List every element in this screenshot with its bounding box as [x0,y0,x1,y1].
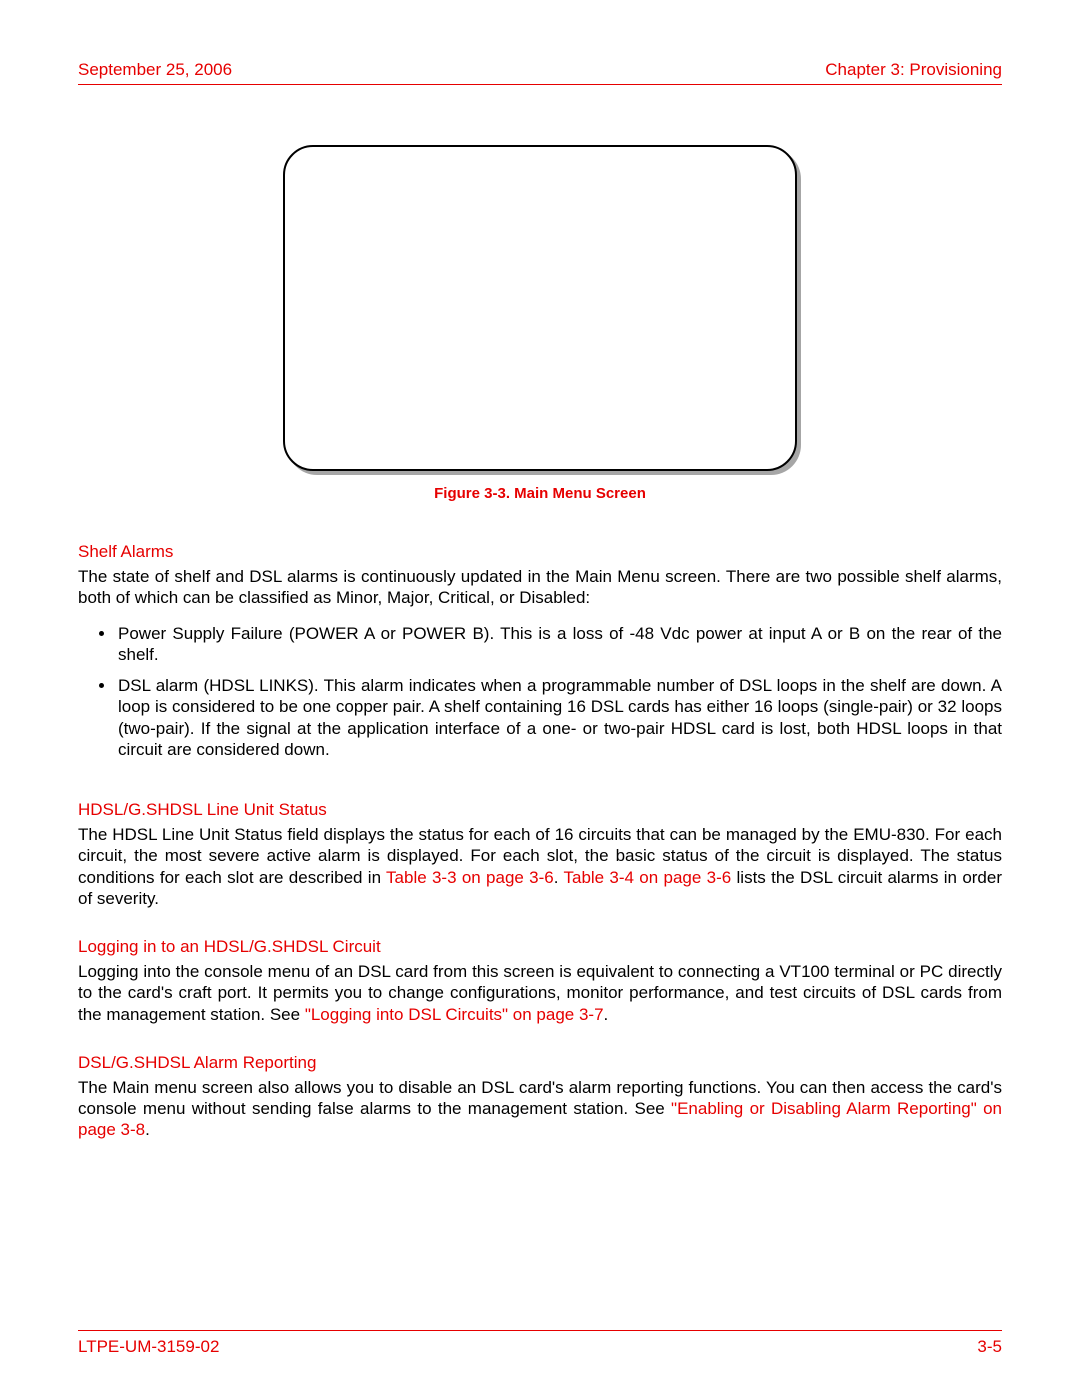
alarm-reporting-text: The Main menu screen also allows you to … [78,1077,1002,1141]
figure-placeholder [283,145,797,471]
document-page: September 25, 2006 Chapter 3: Provisioni… [0,0,1080,1397]
heading-alarm-reporting: DSL/G.SHDSL Alarm Reporting [78,1053,1002,1073]
link-logging-dsl-circuits[interactable]: "Logging into DSL Circuits" on page 3-7 [305,1005,604,1024]
footer-page-number: 3-5 [977,1337,1002,1357]
link-table-3-3[interactable]: Table 3-3 on page 3-6 [386,868,554,887]
text-span: . [145,1120,150,1139]
logging-in-text: Logging into the console menu of an DSL … [78,961,1002,1025]
line-unit-status-text: The HDSL Line Unit Status field displays… [78,824,1002,909]
shelf-alarms-intro: The state of shelf and DSL alarms is con… [78,566,1002,609]
list-item: Power Supply Failure (POWER A or POWER B… [116,623,1002,666]
shelf-alarms-list: Power Supply Failure (POWER A or POWER B… [78,623,1002,771]
page-footer: LTPE-UM-3159-02 3-5 [78,1330,1002,1357]
page-header: September 25, 2006 Chapter 3: Provisioni… [78,60,1002,85]
link-table-3-4[interactable]: Table 3-4 on page 3-6 [563,868,731,887]
footer-doc-id: LTPE-UM-3159-02 [78,1337,219,1357]
figure-caption: Figure 3-3. Main Menu Screen [434,485,646,502]
heading-shelf-alarms: Shelf Alarms [78,542,1002,562]
list-item: DSL alarm (HDSL LINKS). This alarm indic… [116,675,1002,760]
header-chapter: Chapter 3: Provisioning [825,60,1002,80]
header-date: September 25, 2006 [78,60,232,80]
text-span: . [604,1005,609,1024]
heading-line-unit-status: HDSL/G.SHDSL Line Unit Status [78,800,1002,820]
figure-container: Figure 3-3. Main Menu Screen [78,145,1002,502]
heading-logging-in: Logging in to an HDSL/G.SHDSL Circuit [78,937,1002,957]
